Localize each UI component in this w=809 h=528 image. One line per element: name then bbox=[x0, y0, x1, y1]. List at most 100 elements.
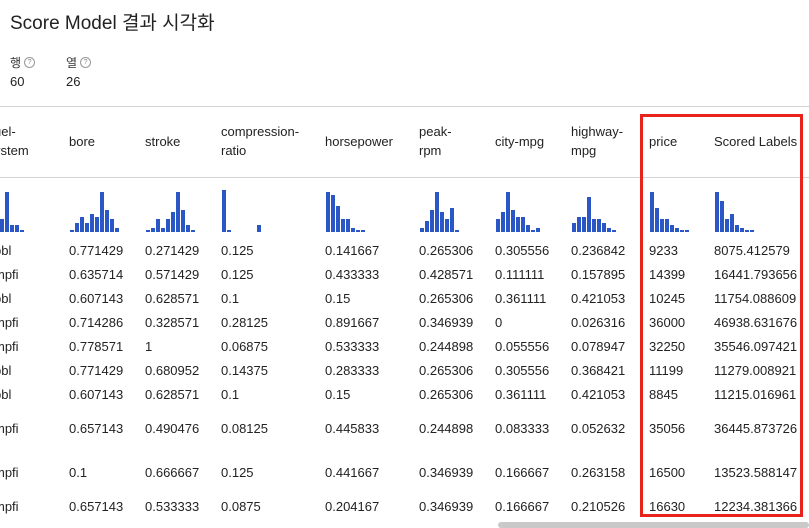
histogram-bar bbox=[526, 225, 530, 232]
histogram-bar bbox=[85, 223, 89, 232]
table-cell-compression-ratio: 0.28125 bbox=[221, 315, 268, 330]
histogram-bar bbox=[455, 230, 459, 232]
table-cell-highway-mpg: 0.421053 bbox=[571, 387, 626, 402]
histogram-stroke[interactable] bbox=[145, 186, 205, 232]
table-cell-fuel-system: mpfi bbox=[0, 421, 19, 436]
histogram-bar bbox=[536, 228, 540, 232]
histogram-fuel-system[interactable] bbox=[0, 186, 54, 232]
histogram-bar bbox=[336, 206, 340, 232]
table-cell-stroke: 0.628571 bbox=[145, 387, 200, 402]
histogram-bar bbox=[351, 228, 355, 232]
table-cell-city-mpg: 0.166667 bbox=[495, 465, 550, 480]
table-cell-highway-mpg: 0.026316 bbox=[571, 315, 626, 330]
table-cell-bore: 0.657143 bbox=[69, 499, 124, 514]
table-cell-horsepower: 0.441667 bbox=[325, 465, 380, 480]
histogram-bar bbox=[70, 230, 74, 232]
histogram-bar bbox=[100, 192, 104, 232]
histogram-bar bbox=[10, 225, 14, 232]
histogram-peak-rpm[interactable] bbox=[419, 186, 479, 232]
table-cell-city-mpg: 0 bbox=[495, 315, 503, 330]
table-cell-city-mpg: 0.166667 bbox=[495, 499, 550, 514]
histogram-bar bbox=[572, 223, 576, 232]
table-cell-horsepower: 0.891667 bbox=[325, 315, 380, 330]
histogram-bar bbox=[326, 192, 330, 232]
histogram-bar bbox=[15, 225, 19, 232]
histogram-bar bbox=[75, 223, 79, 232]
column-header-highway-mpg[interactable]: highway- mpg bbox=[571, 122, 623, 160]
info-icon[interactable]: ? bbox=[24, 57, 36, 68]
histogram-bar bbox=[445, 219, 449, 232]
histogram-bar bbox=[511, 210, 515, 232]
histogram-bar bbox=[95, 217, 99, 232]
column-header-city-mpg[interactable]: city-mpg bbox=[495, 132, 544, 151]
column-header-bore[interactable]: bore bbox=[69, 132, 95, 151]
histogram-bar bbox=[161, 228, 165, 232]
column-header-stroke[interactable]: stroke bbox=[145, 132, 180, 151]
table-cell-horsepower: 0.445833 bbox=[325, 421, 380, 436]
table-cell-peak-rpm: 0.265306 bbox=[419, 243, 474, 258]
table-cell-bore: 0.778571 bbox=[69, 339, 124, 354]
histogram-horsepower[interactable] bbox=[325, 186, 385, 232]
table-cell-horsepower: 0.533333 bbox=[325, 339, 380, 354]
histogram-city-mpg[interactable] bbox=[495, 186, 555, 232]
horizontal-scrollbar[interactable] bbox=[498, 522, 809, 528]
table-cell-highway-mpg: 0.421053 bbox=[571, 291, 626, 306]
histogram-compression-ratio[interactable] bbox=[221, 186, 281, 232]
table-cell-peak-rpm: 0.428571 bbox=[419, 267, 474, 282]
table-cell-city-mpg: 0.083333 bbox=[495, 421, 550, 436]
table-cell-bore: 0.714286 bbox=[69, 315, 124, 330]
table-cell-fuel-system: mpfi bbox=[0, 499, 19, 514]
histogram-highway-mpg[interactable] bbox=[571, 186, 631, 232]
histogram-bar bbox=[176, 192, 180, 232]
histogram-bar bbox=[90, 214, 94, 232]
histogram-bar bbox=[521, 217, 525, 232]
table-cell-city-mpg: 0.055556 bbox=[495, 339, 550, 354]
info-icon[interactable]: ? bbox=[80, 57, 92, 68]
table-cell-highway-mpg: 0.236842 bbox=[571, 243, 626, 258]
table-cell-compression-ratio: 0.08125 bbox=[221, 421, 268, 436]
table-cell-peak-rpm: 0.244898 bbox=[419, 421, 474, 436]
table-cell-stroke: 0.666667 bbox=[145, 465, 200, 480]
table-cell-horsepower: 0.141667 bbox=[325, 243, 380, 258]
table-cell-highway-mpg: 0.157895 bbox=[571, 267, 626, 282]
table-cell-horsepower: 0.204167 bbox=[325, 499, 380, 514]
histogram-bar bbox=[361, 230, 365, 232]
table-cell-stroke: 0.490476 bbox=[145, 421, 200, 436]
histogram-bar bbox=[80, 217, 84, 232]
column-header-fuel-system[interactable]: uel- ystem bbox=[0, 122, 29, 160]
histogram-bar bbox=[0, 219, 4, 232]
table-cell-peak-rpm: 0.265306 bbox=[419, 363, 474, 378]
histogram-bar bbox=[501, 212, 505, 232]
table-cell-fuel-system: bbl bbox=[0, 363, 12, 378]
table-cell-highway-mpg: 0.210526 bbox=[571, 499, 626, 514]
table-cell-city-mpg: 0.361111 bbox=[495, 387, 547, 402]
histogram-bar bbox=[191, 230, 195, 232]
rows-label-text: 행 bbox=[10, 56, 22, 70]
table-cell-city-mpg: 0.305556 bbox=[495, 243, 550, 258]
histogram-bar bbox=[171, 212, 175, 232]
histogram-bore[interactable] bbox=[69, 186, 129, 232]
histogram-bar bbox=[356, 230, 360, 232]
rows-label: 행 ? bbox=[10, 54, 36, 71]
column-header-compression-ratio[interactable]: compression- ratio bbox=[221, 122, 299, 160]
table-cell-stroke: 0.680952 bbox=[145, 363, 200, 378]
histogram-bar bbox=[105, 210, 109, 232]
rows-count: 60 bbox=[10, 74, 25, 89]
column-header-horsepower[interactable]: horsepower bbox=[325, 132, 393, 151]
table-cell-bore: 0.771429 bbox=[69, 363, 124, 378]
column-header-peak-rpm[interactable]: peak- rpm bbox=[419, 122, 452, 160]
histogram-bar bbox=[115, 228, 119, 232]
histogram-bar bbox=[425, 221, 429, 232]
table-cell-fuel-system: bbl bbox=[0, 291, 12, 306]
histogram-bar bbox=[602, 223, 606, 232]
histogram-bar bbox=[181, 210, 185, 232]
histogram-bar bbox=[156, 219, 160, 232]
table-cell-peak-rpm: 0.244898 bbox=[419, 339, 474, 354]
table-cell-bore: 0.771429 bbox=[69, 243, 124, 258]
table-cell-bore: 0.635714 bbox=[69, 267, 124, 282]
histogram-bar bbox=[257, 225, 261, 232]
histogram-bar bbox=[227, 230, 231, 232]
page-title: Score Model 결과 시각화 bbox=[10, 13, 215, 34]
histogram-bar bbox=[450, 208, 454, 232]
table-cell-city-mpg: 0.361111 bbox=[495, 291, 547, 306]
